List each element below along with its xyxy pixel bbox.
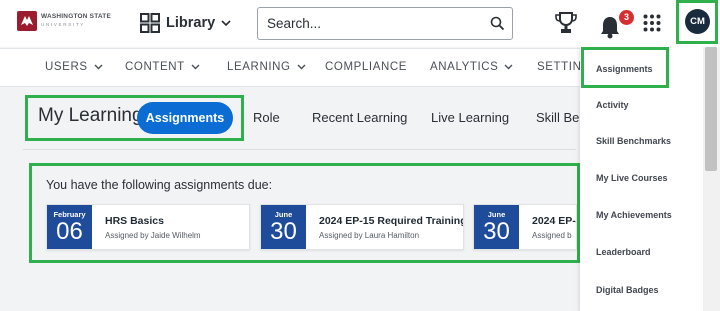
nav-content[interactable]: CONTENT (125, 61, 200, 73)
avatar[interactable]: CM (685, 9, 710, 34)
top-header: WASHINGTON STATE UNIVERSITY Library Sear… (0, 0, 720, 47)
tab-recent-learning[interactable]: Recent Learning (312, 110, 407, 125)
tab-skill-benchmarks[interactable]: Skill Ben (536, 110, 587, 125)
library-label: Library (166, 15, 216, 31)
nav-content-label: CONTENT (125, 61, 185, 73)
brand-line-1: WASHINGTON STATE (41, 13, 112, 20)
nav-analytics-label: ANALYTICS (430, 61, 499, 73)
menu-item-digital-badges[interactable]: Digital Badges (596, 285, 659, 295)
trophy-icon[interactable] (555, 11, 577, 35)
cougar-head-icon (17, 11, 37, 31)
menu-item-my-achievements[interactable]: My Achievements (596, 210, 672, 220)
search-input[interactable]: Search... (257, 7, 513, 40)
nav-learning[interactable]: LEARNING (227, 61, 306, 73)
library-grid-icon (140, 13, 160, 33)
tab-live-learning[interactable]: Live Learning (431, 110, 509, 125)
menu-highlight (581, 47, 669, 88)
menu-item-skill-benchmarks[interactable]: Skill Benchmarks (596, 136, 671, 146)
wsu-logo[interactable]: WASHINGTON STATE UNIVERSITY (17, 11, 127, 33)
chevron-down-icon (94, 64, 103, 70)
menu-item-activity[interactable]: Activity (596, 100, 629, 110)
chevron-down-icon (221, 19, 231, 26)
chevron-down-icon (191, 64, 200, 70)
tab-role[interactable]: Role (253, 110, 280, 125)
brand-line-2: UNIVERSITY (41, 22, 86, 27)
nav-compliance-label: COMPLIANCE (325, 61, 408, 73)
menu-item-leaderboard[interactable]: Leaderboard (596, 247, 651, 257)
chevron-down-icon (297, 64, 306, 70)
menu-item-my-live-courses[interactable]: My Live Courses (596, 173, 668, 183)
assignments-highlight (29, 163, 580, 263)
avatar-highlight: CM (676, 0, 718, 44)
nav-analytics[interactable]: ANALYTICS (430, 61, 513, 73)
divider (23, 149, 576, 150)
notification-badge: 3 (619, 10, 634, 25)
chevron-down-icon (504, 64, 513, 70)
search-placeholder: Search... (267, 16, 322, 31)
nav-users[interactable]: USERS (45, 61, 103, 73)
search-icon[interactable] (490, 16, 505, 31)
apps-grid-icon[interactable] (643, 14, 661, 32)
app: WASHINGTON STATE UNIVERSITY Library Sear… (0, 0, 720, 311)
bell-icon[interactable] (599, 15, 621, 39)
menu-scrollbar-thumb[interactable] (705, 47, 717, 171)
library-menu[interactable]: Library (140, 11, 231, 35)
nav-compliance[interactable]: COMPLIANCE (325, 61, 407, 73)
nav-learning-label: LEARNING (227, 61, 291, 73)
nav-users-label: USERS (45, 61, 88, 73)
tabs-highlight (25, 95, 244, 141)
